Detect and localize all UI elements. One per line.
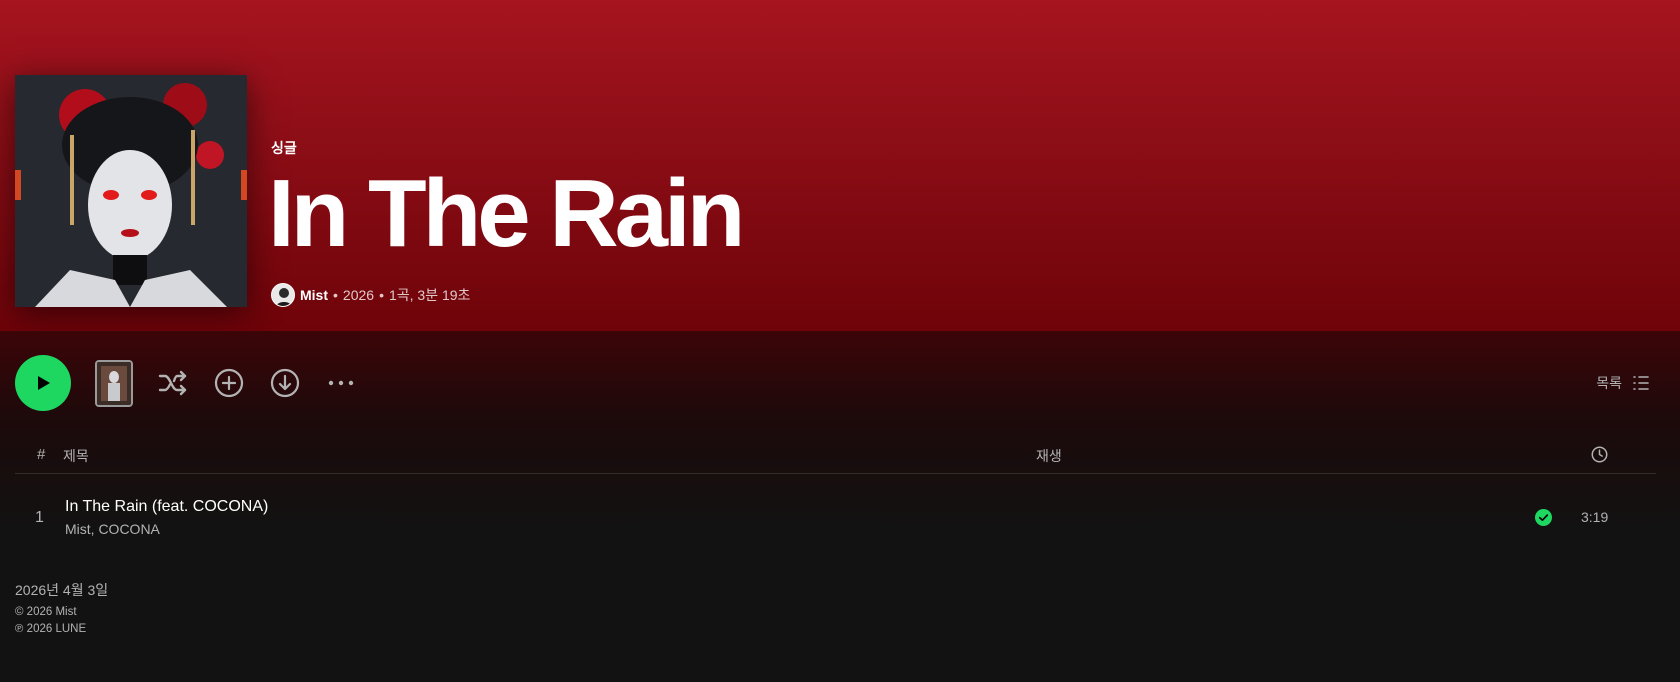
song-info: 1곡, 3분 19초	[388, 287, 471, 303]
track-artists[interactable]: Mist, COCONA	[65, 521, 160, 537]
track-duration: 3:19	[1581, 509, 1609, 525]
track-title[interactable]: In The Rain (feat. COCONA)	[65, 498, 268, 516]
table-row[interactable]: 1 In The Rain (feat. COCONA) Mist, COCON…	[15, 492, 1656, 548]
album-title: In The Rain	[268, 160, 745, 267]
download-icon	[270, 368, 300, 398]
shuffle-icon	[158, 370, 187, 396]
clock-icon	[1591, 446, 1608, 466]
album-cover	[15, 75, 247, 307]
canvas-preview-button[interactable]	[95, 360, 133, 407]
album-meta: Mist • 2026 • 1곡, 3분 19초	[271, 283, 475, 307]
col-number: #	[37, 446, 46, 463]
artist-avatar[interactable]	[271, 283, 295, 307]
play-icon	[38, 376, 50, 390]
album-type-label: 싱글	[271, 140, 297, 156]
list-view-icon	[1633, 376, 1649, 390]
album-header: 싱글 In The Rain Mist • 2026 • 1곡, 3분 19초	[0, 0, 1680, 331]
artist-link[interactable]: Mist	[300, 287, 328, 303]
check-icon[interactable]	[1535, 509, 1552, 526]
col-plays: 재생	[1036, 448, 1062, 464]
view-label: 목록	[1596, 375, 1622, 391]
release-year: 2026	[342, 287, 375, 303]
release-footer: 2026년 4월 3일 © 2026 Mist ℗ 2026 LUNE	[15, 580, 108, 638]
phonogram-text: ℗ 2026 LUNE	[15, 623, 87, 635]
shuffle-button[interactable]	[156, 366, 190, 400]
download-button[interactable]	[268, 366, 302, 400]
tracklist-header: # 제목 재생	[15, 438, 1656, 474]
play-button[interactable]	[15, 355, 71, 411]
view-toggle[interactable]: 목록	[1596, 373, 1650, 393]
add-icon	[214, 368, 244, 398]
more-options-button[interactable]	[324, 366, 358, 400]
more-icon	[328, 380, 354, 386]
copyright-text: © 2026 Mist	[15, 606, 77, 618]
col-title: 제목	[63, 448, 89, 464]
meta-separator: •	[333, 287, 338, 303]
release-date: 2026년 4월 3일	[15, 582, 109, 598]
track-number: 1	[35, 509, 44, 526]
meta-separator: •	[379, 287, 384, 303]
add-to-library-button[interactable]	[212, 366, 246, 400]
